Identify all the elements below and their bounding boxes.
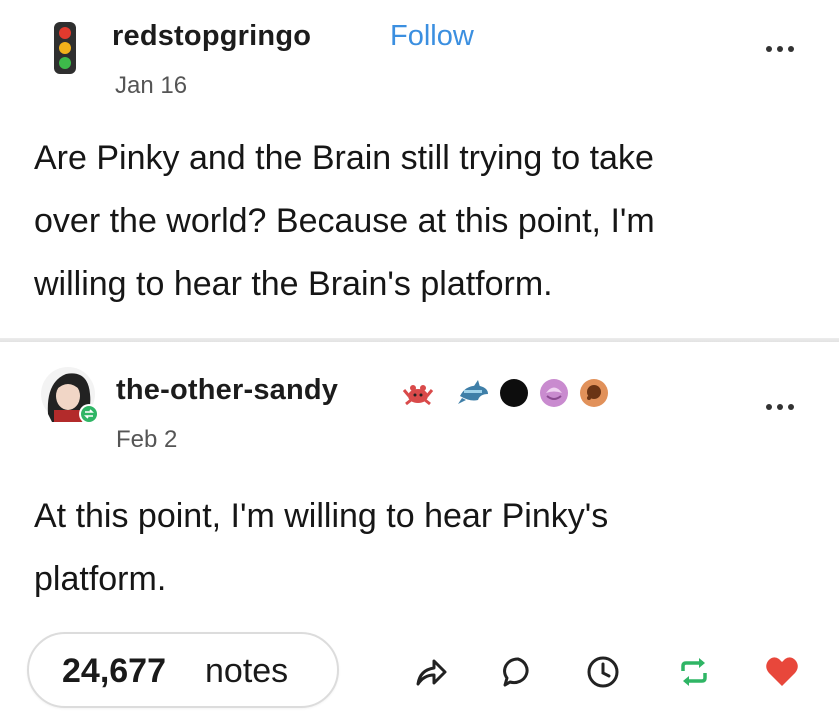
heart-icon[interactable]	[764, 654, 800, 690]
text-line: platform.	[34, 560, 167, 598]
post-original: redstopgringo Follow Jan 16 Are Pinky an…	[0, 0, 839, 340]
dolphin-badge-icon[interactable]	[456, 376, 492, 410]
notes-button[interactable]: 24,677 notes	[27, 632, 339, 708]
follow-button[interactable]: Follow	[390, 20, 474, 53]
text-line: Are Pinky and the Brain still trying to …	[34, 139, 654, 177]
clock-icon[interactable]	[585, 654, 621, 690]
orange-cookie-badge-icon[interactable]	[577, 376, 611, 410]
black-circle-badge-icon[interactable]	[497, 376, 531, 410]
share-icon[interactable]	[412, 654, 448, 690]
more-options-icon[interactable]	[766, 402, 796, 412]
reply-icon[interactable]	[500, 654, 536, 690]
purple-brain-badge-icon[interactable]	[537, 376, 571, 410]
more-options-icon[interactable]	[766, 44, 796, 54]
post-date[interactable]: Feb 2	[116, 426, 177, 454]
username[interactable]: the-other-sandy	[116, 374, 338, 407]
post-body: Are Pinky and the Brain still trying to …	[34, 127, 655, 316]
notes-label: notes	[205, 652, 289, 690]
text-line: willing to hear the Brain's platform.	[34, 265, 553, 303]
text-line: At this point, I'm willing to hear Pinky…	[34, 497, 609, 535]
traffic-light-avatar-icon[interactable]	[52, 20, 78, 76]
reblog-icon[interactable]	[676, 654, 712, 690]
crab-badge-icon[interactable]	[400, 376, 436, 410]
username[interactable]: redstopgringo	[112, 20, 311, 53]
post-body: At this point, I'm willing to hear Pinky…	[34, 485, 608, 611]
notes-count: 24,677	[62, 652, 166, 690]
text-line: over the world? Because at this point, I…	[34, 202, 655, 240]
post-date[interactable]: Jan 16	[115, 72, 187, 100]
user-avatar-icon[interactable]	[38, 364, 104, 430]
